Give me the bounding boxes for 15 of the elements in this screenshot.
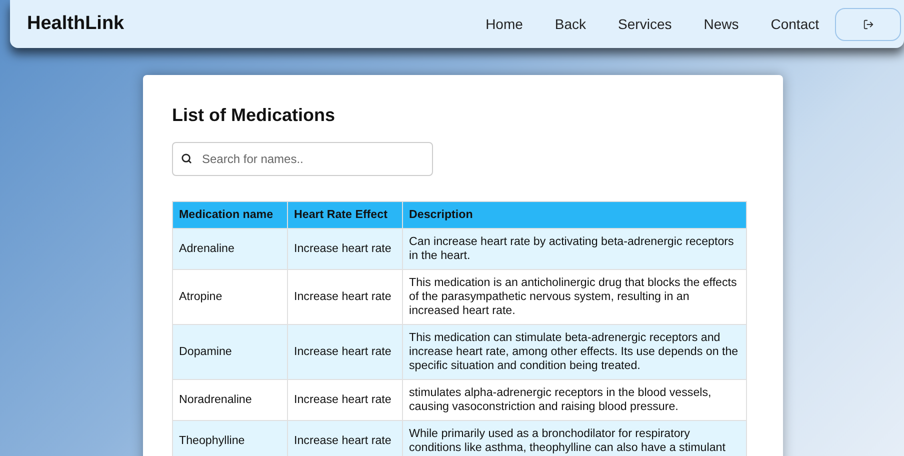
nav-link[interactable]: Contact	[754, 14, 835, 34]
nav-link[interactable]: Home	[470, 14, 539, 34]
search-field[interactable]: Search for names..	[172, 142, 433, 176]
nav-link[interactable]: Back	[538, 14, 602, 34]
logout-button[interactable]	[835, 8, 901, 40]
logout-icon	[862, 18, 874, 30]
search-icon	[181, 153, 192, 164]
page-title: List of Medications	[172, 104, 336, 126]
nav-link[interactable]: Services	[602, 14, 688, 34]
column-header: Description	[402, 202, 746, 228]
column-header: Heart Rate Effect	[288, 202, 402, 228]
table-cell: Theophylline	[172, 420, 288, 456]
brand-logo[interactable]: HealthLink	[27, 10, 124, 38]
nav-link[interactable]: News	[688, 14, 755, 34]
column-header: Medication name	[172, 202, 288, 228]
